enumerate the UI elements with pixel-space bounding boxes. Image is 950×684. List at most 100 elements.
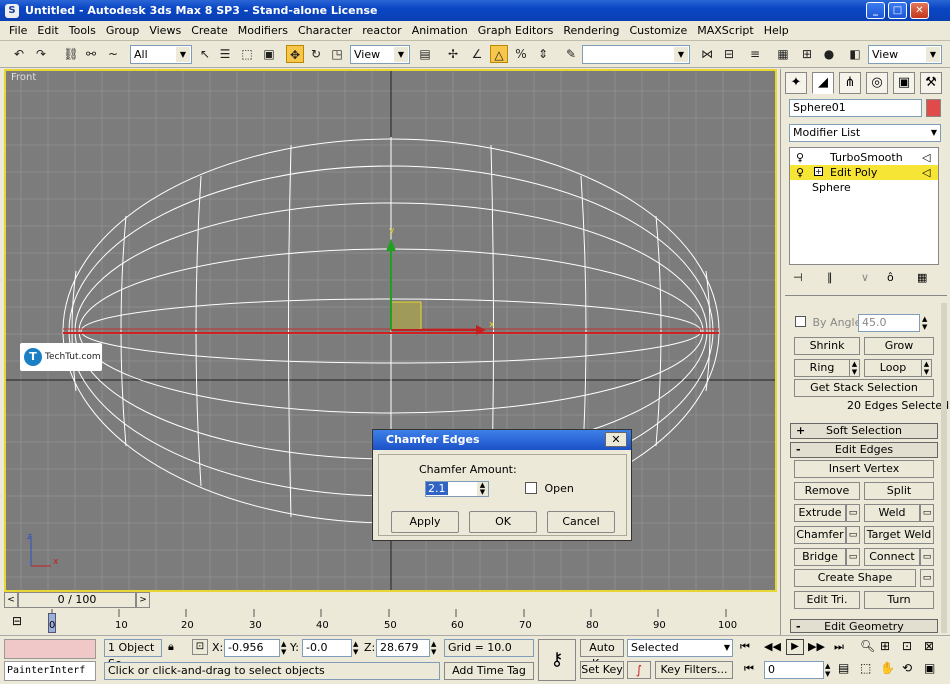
chamfer-amount-field[interactable]: 2.1 bbox=[426, 482, 448, 495]
snap-toggle-icon[interactable]: ∠ bbox=[468, 45, 486, 63]
menu-views[interactable]: Views bbox=[144, 24, 186, 37]
zoom-extents-all-icon[interactable]: ⊠ bbox=[924, 639, 934, 653]
maximize-button[interactable]: □ bbox=[888, 2, 907, 19]
menu-edit[interactable]: Edit bbox=[32, 24, 63, 37]
bridge-button[interactable]: Bridge bbox=[794, 548, 846, 566]
set-key-button[interactable]: Set Key bbox=[580, 661, 624, 679]
go-to-start-icon[interactable]: ⏮ bbox=[740, 640, 750, 654]
lightbulb-icon[interactable]: ♀ bbox=[796, 165, 804, 180]
zoom-icon[interactable]: 🔍︎ bbox=[860, 639, 875, 653]
create-shape-settings-icon[interactable]: ▭ bbox=[920, 569, 934, 587]
track-bar[interactable]: ⊟ 0 10 20 30 40 50 60 70 80 90 100 bbox=[4, 609, 777, 635]
ok-button[interactable]: OK bbox=[469, 511, 537, 533]
named-selection-dropdown[interactable]: ▼ bbox=[582, 45, 690, 64]
maximize-viewport-icon[interactable]: ▣ bbox=[924, 661, 935, 675]
stack-item-edit-poly[interactable]: ♀ + Edit Poly ◁ bbox=[790, 165, 938, 180]
absolute-mode-icon[interactable]: ⊡ bbox=[192, 639, 208, 655]
zoom-extents-icon[interactable]: ⊡ bbox=[902, 639, 912, 653]
reference-coordinate-dropdown[interactable]: View ▼ bbox=[350, 45, 410, 64]
z-spinner-icon[interactable]: ▲ ▼ bbox=[431, 640, 436, 656]
select-by-name-icon[interactable]: ☰ bbox=[216, 45, 234, 63]
menu-tools[interactable]: Tools bbox=[64, 24, 101, 37]
menu-customize[interactable]: Customize bbox=[624, 24, 692, 37]
get-stack-selection-button[interactable]: Get Stack Selection bbox=[794, 379, 934, 397]
next-key-icon[interactable]: ▶▶ bbox=[808, 640, 825, 653]
by-angle-spinner-icon[interactable]: ▲ ▼ bbox=[922, 315, 927, 331]
align-icon[interactable]: ⊟ bbox=[720, 45, 738, 63]
remove-modifier-icon[interactable]: ô bbox=[887, 271, 894, 284]
stack-item-sphere[interactable]: Sphere bbox=[790, 180, 938, 195]
create-shape-button[interactable]: Create Shape bbox=[794, 569, 916, 587]
spinner-arrows-icon[interactable]: ▲ ▼ bbox=[477, 482, 488, 496]
open-checkbox-row[interactable]: Open bbox=[525, 482, 574, 497]
by-angle-checkbox[interactable] bbox=[795, 316, 806, 327]
select-object-icon[interactable]: ↖ bbox=[196, 45, 214, 63]
play-icon[interactable]: ▶ bbox=[786, 639, 804, 655]
utilities-tab-icon[interactable]: ⚒ bbox=[920, 72, 942, 94]
schematic-view-icon[interactable]: ⊞ bbox=[798, 45, 816, 63]
next-frame-icon[interactable]: > bbox=[136, 592, 150, 608]
configure-modifier-sets-icon[interactable]: ▦ bbox=[917, 271, 927, 284]
weld-button[interactable]: Weld bbox=[864, 504, 920, 522]
current-frame-field[interactable]: 0 bbox=[764, 661, 824, 679]
pan-view-icon[interactable]: ✋ bbox=[880, 661, 895, 675]
turn-button[interactable]: Turn bbox=[864, 591, 934, 609]
rect-selection-icon[interactable]: ⬚ bbox=[238, 45, 256, 63]
edit-geometry-rollout[interactable]: - Edit Geometry bbox=[790, 619, 938, 633]
menu-help[interactable]: Help bbox=[759, 24, 794, 37]
undo-icon[interactable]: ↶ bbox=[10, 45, 28, 63]
modifier-list-dropdown[interactable]: Modifier List ▼ bbox=[789, 124, 941, 142]
menu-graph-editors[interactable]: Graph Editors bbox=[473, 24, 559, 37]
object-name-field[interactable]: Sphere01 bbox=[789, 99, 922, 117]
go-to-end-icon[interactable]: ⏭ bbox=[834, 640, 844, 654]
zoom-all-icon[interactable]: ⊞ bbox=[880, 639, 890, 653]
open-checkbox[interactable] bbox=[525, 482, 537, 494]
edit-edges-rollout[interactable]: - Edit Edges bbox=[790, 442, 938, 458]
selected-dropdown[interactable]: Selected ▼ bbox=[627, 639, 733, 657]
script-listener-output[interactable]: PainterInterf bbox=[4, 661, 96, 681]
display-tab-icon[interactable]: ▣ bbox=[893, 72, 915, 94]
loop-spinner-icon[interactable]: ▲ ▼ bbox=[921, 359, 932, 377]
select-and-manipulate-icon[interactable]: ✢ bbox=[444, 45, 462, 63]
soft-selection-rollout[interactable]: + Soft Selection bbox=[790, 423, 938, 439]
select-and-rotate-icon[interactable]: ↻ bbox=[307, 45, 325, 63]
angle-snap-icon[interactable]: △ bbox=[490, 45, 508, 63]
time-slider-thumb[interactable]: 0 / 100 bbox=[18, 592, 136, 608]
arc-rotate-icon[interactable]: ⟲ bbox=[902, 661, 912, 675]
layer-manager-icon[interactable]: ≡ bbox=[746, 45, 764, 63]
z-coordinate-field[interactable]: 28.679 bbox=[376, 639, 430, 657]
menu-maxscript[interactable]: MAXScript bbox=[692, 24, 758, 37]
target-weld-button[interactable]: Target Weld bbox=[864, 526, 934, 544]
object-color-swatch[interactable] bbox=[926, 99, 941, 117]
key-mode-toggle-icon[interactable]: ⏮ bbox=[744, 662, 754, 676]
x-coordinate-field[interactable]: -0.956 bbox=[224, 639, 280, 657]
region-zoom-icon[interactable]: ⬚ bbox=[860, 661, 871, 675]
app-icon[interactable]: S bbox=[5, 3, 19, 18]
render-scene-icon[interactable]: ◧ bbox=[846, 45, 864, 63]
menu-file[interactable]: File bbox=[4, 24, 32, 37]
material-editor-icon[interactable]: ● bbox=[820, 45, 838, 63]
lightbulb-icon[interactable]: ♀ bbox=[796, 150, 804, 165]
unlink-icon[interactable]: ⚯ bbox=[82, 45, 100, 63]
connect-button[interactable]: Connect bbox=[864, 548, 920, 566]
connect-settings-icon[interactable]: ▭ bbox=[920, 548, 934, 566]
hierarchy-tab-icon[interactable]: ⋔ bbox=[839, 72, 861, 94]
selection-filter-dropdown[interactable]: All ▼ bbox=[130, 45, 192, 64]
grow-button[interactable]: Grow bbox=[864, 337, 934, 355]
make-unique-icon[interactable]: ∨ bbox=[861, 271, 869, 284]
extrude-button[interactable]: Extrude bbox=[794, 504, 846, 522]
menu-animation[interactable]: Animation bbox=[407, 24, 473, 37]
chamfer-button[interactable]: Chamfer bbox=[794, 526, 846, 544]
panel-scrollbar[interactable] bbox=[941, 303, 947, 633]
select-and-move-icon[interactable]: ✥ bbox=[286, 45, 304, 63]
ring-button[interactable]: Ring bbox=[794, 359, 850, 377]
select-and-link-icon[interactable]: ⛓ bbox=[62, 45, 80, 63]
insert-vertex-button[interactable]: Insert Vertex bbox=[794, 460, 934, 478]
split-button[interactable]: Split bbox=[864, 482, 934, 500]
previous-key-icon[interactable]: ◀◀ bbox=[764, 640, 781, 653]
menu-reactor[interactable]: reactor bbox=[357, 24, 406, 37]
pin-stack-icon[interactable]: ⊣ bbox=[793, 271, 803, 284]
menu-group[interactable]: Group bbox=[101, 24, 145, 37]
shrink-button[interactable]: Shrink bbox=[794, 337, 860, 355]
y-coordinate-field[interactable]: -0.0 bbox=[302, 639, 352, 657]
